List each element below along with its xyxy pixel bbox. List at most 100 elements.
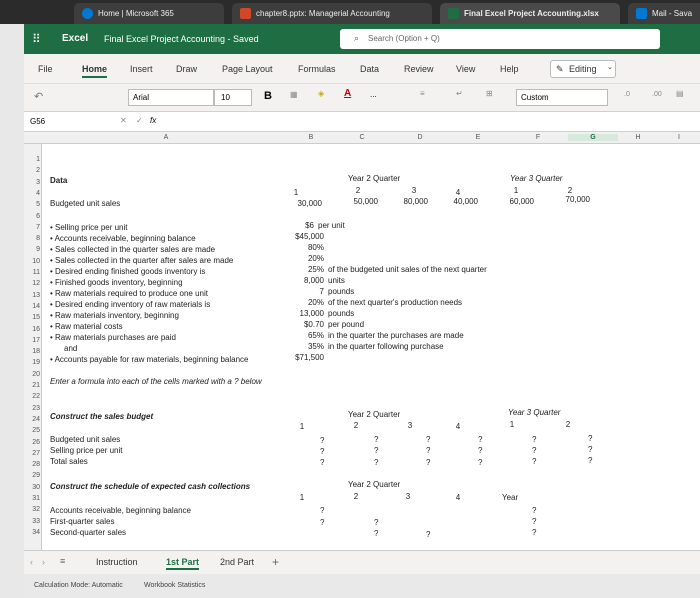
cell-b12[interactable]: 8,000 <box>274 276 324 285</box>
cell-c12[interactable]: units <box>328 276 345 285</box>
all-sheets-icon[interactable]: ≡ <box>60 556 65 566</box>
cell-c31[interactable]: 2 <box>350 492 362 501</box>
row-header[interactable]: 23 <box>26 405 40 412</box>
cell-f28[interactable]: ? <box>532 457 536 466</box>
row-header[interactable]: 10 <box>26 258 40 265</box>
cell-e26[interactable]: ? <box>478 435 482 444</box>
sheet-tab-1st-part[interactable]: 1st Part <box>166 557 200 570</box>
cell-f3[interactable]: Year 3 Quarter <box>510 174 562 183</box>
cell-a32[interactable]: Accounts receivable, beginning balance <box>50 506 191 515</box>
cell-f5[interactable]: 60,000 <box>494 197 534 206</box>
row-header[interactable]: 25 <box>26 427 40 434</box>
cell-e25[interactable]: 4 <box>452 422 464 431</box>
cell-g25[interactable]: 2 <box>562 420 574 429</box>
wrap-text-icon[interactable]: ↵ <box>456 89 463 98</box>
cell-a26[interactable]: Budgeted unit sales <box>50 435 120 444</box>
browser-tab-xlsx[interactable]: Final Excel Project Accounting.xlsx <box>440 3 620 24</box>
cancel-icon[interactable]: ✕ <box>120 116 127 125</box>
menu-view[interactable]: View <box>456 64 475 74</box>
column-header-c[interactable]: C <box>332 134 392 141</box>
row-header[interactable]: 20 <box>26 371 40 378</box>
browser-tab-pptx[interactable]: chapter8.pptx: Managerial Accounting <box>232 3 432 24</box>
cell-b5[interactable]: 30,000 <box>280 199 322 208</box>
cell-a27[interactable]: Selling price per unit <box>50 446 122 455</box>
cell-f32[interactable]: ? <box>532 506 536 515</box>
cell-f24[interactable]: Year 3 Quarter <box>508 408 560 417</box>
cell-b10[interactable]: 20% <box>274 254 324 263</box>
cell-b9[interactable]: 80% <box>274 243 324 252</box>
menu-formulas[interactable]: Formulas <box>298 64 336 74</box>
cell-g28[interactable]: ? <box>588 456 592 465</box>
align-icon[interactable]: ≡ <box>420 89 425 98</box>
cell-d26[interactable]: ? <box>426 435 430 444</box>
row-header[interactable]: 21 <box>26 382 40 389</box>
cell-b25[interactable]: 1 <box>296 422 308 431</box>
row-header[interactable]: 11 <box>26 269 40 276</box>
cell-c25[interactable]: 2 <box>350 421 362 430</box>
cell-b11[interactable]: 25% <box>274 265 324 274</box>
row-header[interactable]: 2 <box>26 167 40 174</box>
cell-c33[interactable]: ? <box>374 518 378 527</box>
cell-c5[interactable]: 50,000 <box>338 197 378 206</box>
cell-e28[interactable]: ? <box>478 458 482 467</box>
confirm-icon[interactable]: ✓ <box>136 116 143 125</box>
row-header[interactable]: 14 <box>26 303 40 310</box>
fill-color-icon[interactable]: ◈ <box>318 89 324 98</box>
row-header[interactable]: 4 <box>26 190 40 197</box>
cell-d5[interactable]: 80,000 <box>388 197 428 206</box>
cell-e4[interactable]: 4 <box>452 188 464 197</box>
row-header[interactable]: 24 <box>26 416 40 423</box>
cell-g4[interactable]: 2 <box>564 186 576 195</box>
cell-a19[interactable]: • Accounts payable for raw materials, be… <box>50 355 248 364</box>
table-icon[interactable]: ▤ <box>676 89 684 98</box>
cell-b18[interactable]: 35% <box>274 342 324 351</box>
row-header[interactable]: 5 <box>26 201 40 208</box>
doc-title[interactable]: Final Excel Project Accounting - Saved <box>104 34 259 44</box>
cell-b7[interactable]: $6 <box>274 221 314 230</box>
merge-icon[interactable]: ⊞ <box>486 89 493 98</box>
cell-g27[interactable]: ? <box>588 445 592 454</box>
cell-c28[interactable]: ? <box>374 458 378 467</box>
cell-e31[interactable]: 4 <box>452 493 464 502</box>
row-header[interactable]: 30 <box>26 484 40 491</box>
row-header[interactable]: 17 <box>26 337 40 344</box>
cell-a8[interactable]: • Accounts receivable, beginning balance <box>50 234 196 243</box>
menu-review[interactable]: Review <box>404 64 434 74</box>
cell-a33[interactable]: First-quarter sales <box>50 517 114 526</box>
cell-a24[interactable]: Construct the sales budget <box>50 412 153 421</box>
cell-f25[interactable]: 1 <box>506 420 518 429</box>
cell-a16[interactable]: • Raw material costs <box>50 322 123 331</box>
cell-c7[interactable]: per unit <box>318 221 345 230</box>
app-launcher-icon[interactable]: ⠿ <box>32 33 41 45</box>
cell-b32[interactable]: ? <box>320 506 324 515</box>
cell-a18[interactable]: and <box>64 344 77 353</box>
browser-tab-mail[interactable]: Mail - Sava <box>628 3 700 24</box>
cell-a11[interactable]: • Desired ending finished goods inventor… <box>50 267 205 276</box>
search-box[interactable]: ⌕ Search (Option + Q) <box>340 29 660 49</box>
cell-b33[interactable]: ? <box>320 518 324 527</box>
column-header-d[interactable]: D <box>392 134 448 141</box>
spreadsheet-grid[interactable]: A B C D E F G H I 1 2 3 4 5 6 7 8 9 10 11 12 13 14 15 1… <box>24 132 700 550</box>
cell-a10[interactable]: • Sales collected in the quarter after s… <box>50 256 233 265</box>
cell-e5[interactable]: 40,000 <box>438 197 478 206</box>
cell-d34[interactable]: ? <box>426 530 430 539</box>
row-header[interactable]: 6 <box>26 213 40 220</box>
menu-file[interactable]: File <box>38 64 53 74</box>
cell-b27[interactable]: ? <box>320 447 324 456</box>
cell-d27[interactable]: ? <box>426 446 430 455</box>
browser-tab-home[interactable]: Home | Microsoft 365 <box>74 3 224 24</box>
column-header-e[interactable]: E <box>448 134 508 141</box>
cell-a9[interactable]: • Sales collected in the quarter sales a… <box>50 245 215 254</box>
cell-a17[interactable]: • Raw materials purchases are paid <box>50 333 176 342</box>
cell-a15[interactable]: • Raw materials inventory, beginning <box>50 311 179 320</box>
workbook-statistics-button[interactable]: Workbook Statistics <box>144 582 205 589</box>
cell-a30[interactable]: Construct the schedule of expected cash … <box>50 482 250 491</box>
row-header[interactable]: 7 <box>26 224 40 231</box>
row-header[interactable]: 3 <box>26 179 40 186</box>
row-header[interactable]: 31 <box>26 495 40 502</box>
font-color-icon[interactable]: A <box>344 88 351 99</box>
row-header[interactable]: 32 <box>26 506 40 513</box>
row-header[interactable]: 29 <box>26 472 40 479</box>
cell-c3[interactable]: Year 2 Quarter <box>348 174 400 183</box>
cell-a12[interactable]: • Finished goods inventory, beginning <box>50 278 183 287</box>
